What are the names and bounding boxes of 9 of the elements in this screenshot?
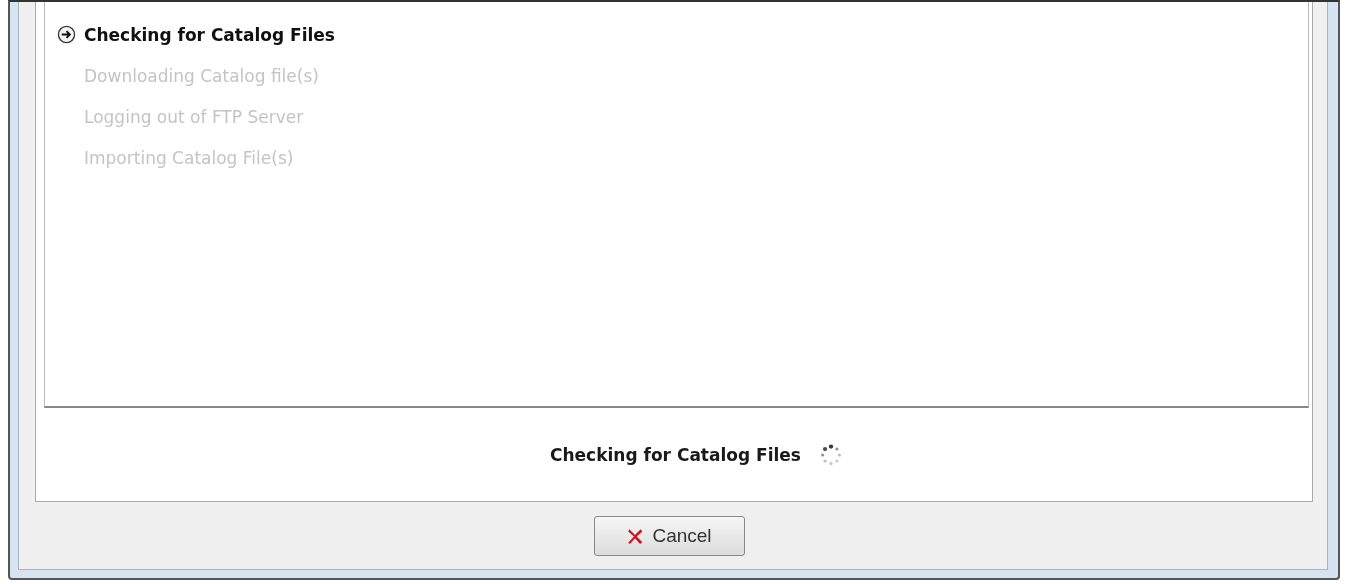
status-message: Checking for Catalog Files	[550, 444, 801, 465]
step-label: Checking for Catalog Files	[84, 24, 335, 45]
cancel-button[interactable]: Cancel	[593, 515, 745, 556]
x-icon	[626, 526, 645, 545]
step-label: Importing Catalog File(s)	[84, 147, 294, 168]
step-label: Downloading Catalog file(s)	[84, 65, 319, 86]
spinner-icon	[818, 442, 843, 467]
step-label: Logging out of FTP Server	[84, 106, 304, 127]
arrow-circle-icon	[57, 25, 76, 44]
